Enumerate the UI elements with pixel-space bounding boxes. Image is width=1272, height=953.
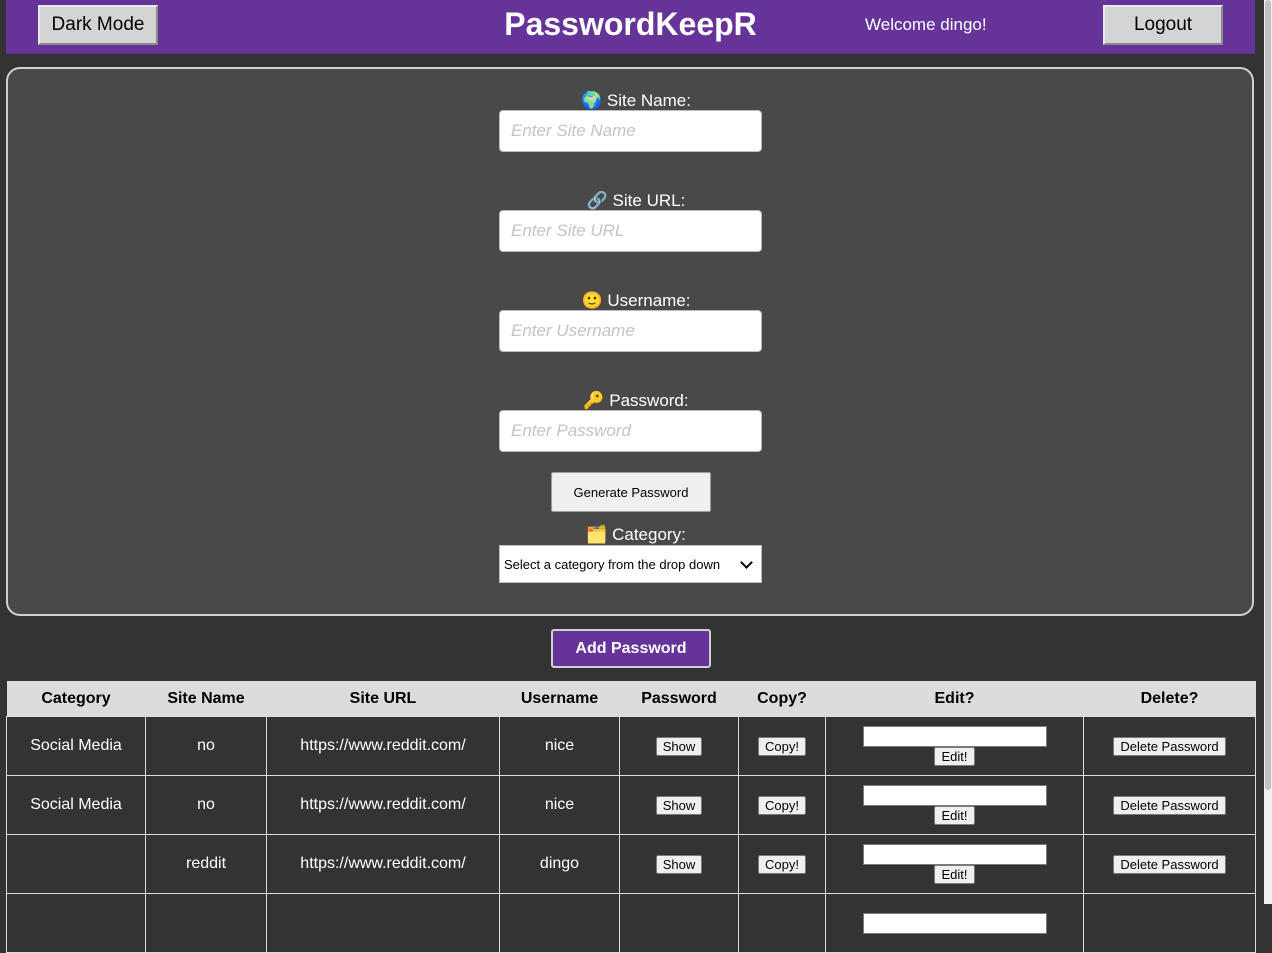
copy-button[interactable]: Copy! bbox=[758, 736, 806, 756]
password-cell: Show bbox=[619, 834, 739, 894]
category-cell: Social Media bbox=[6, 775, 146, 835]
logout-button[interactable]: Logout bbox=[1103, 5, 1223, 45]
table-header-row: Category Site Name Site URL Username Pas… bbox=[6, 681, 1256, 717]
category-selected-value: Select a category from the drop down bbox=[504, 556, 721, 572]
edit-button[interactable]: Edit! bbox=[934, 865, 975, 884]
copy-cell: Copy! bbox=[738, 834, 826, 894]
category-select[interactable]: Select a category from the drop down bbox=[499, 545, 762, 583]
column-header: Category bbox=[6, 681, 146, 717]
site-name-label: 🌍 Site Name: bbox=[581, 91, 691, 110]
site-name-cell: reddit bbox=[145, 834, 267, 894]
site-name-cell: no bbox=[145, 775, 267, 835]
generate-password-button[interactable]: Generate Password bbox=[551, 472, 711, 512]
table-row: Social Media no https://www.reddit.com/ … bbox=[6, 716, 1256, 776]
table-row: reddit https://www.reddit.com/ dingo Sho… bbox=[6, 834, 1256, 894]
site-url-input[interactable] bbox=[499, 210, 762, 252]
column-header: Edit? bbox=[825, 681, 1084, 717]
edit-cell: Edit! bbox=[825, 716, 1084, 776]
column-header: Username bbox=[499, 681, 620, 717]
site-url-cell: https://www.reddit.com/ bbox=[266, 775, 500, 835]
password-cell: Show bbox=[619, 716, 739, 776]
table-row: Social Media no https://www.reddit.com/ … bbox=[6, 775, 1256, 835]
app-title: PasswordKeepR bbox=[504, 6, 757, 42]
username-cell: nice bbox=[499, 716, 620, 776]
edit-cell bbox=[825, 893, 1084, 953]
delete-cell bbox=[1083, 893, 1256, 953]
table-row bbox=[6, 893, 1256, 953]
copy-cell: Copy! bbox=[738, 775, 826, 835]
category-cell: Social Media bbox=[6, 716, 146, 776]
site-name-cell bbox=[145, 893, 267, 953]
edit-password-input[interactable] bbox=[862, 844, 1047, 865]
username-cell bbox=[499, 893, 620, 953]
copy-button[interactable]: Copy! bbox=[758, 795, 806, 815]
scrollbar-thumb[interactable] bbox=[1265, 0, 1271, 790]
password-cell bbox=[619, 893, 739, 953]
site-url-cell: https://www.reddit.com/ bbox=[266, 834, 500, 894]
add-password-button[interactable]: Add Password bbox=[551, 629, 711, 668]
welcome-message: Welcome dingo! bbox=[865, 15, 987, 34]
edit-password-input[interactable] bbox=[862, 912, 1047, 934]
username-cell: dingo bbox=[499, 834, 620, 894]
site-url-cell bbox=[266, 893, 500, 953]
column-header: Password bbox=[619, 681, 739, 717]
copy-button[interactable]: Copy! bbox=[758, 854, 806, 874]
chevron-down-icon bbox=[740, 555, 753, 569]
edit-password-input[interactable] bbox=[862, 785, 1047, 806]
copy-cell bbox=[738, 893, 826, 953]
username-cell: nice bbox=[499, 775, 620, 835]
delete-password-button[interactable]: Delete Password bbox=[1113, 854, 1226, 874]
delete-password-button[interactable]: Delete Password bbox=[1113, 795, 1226, 815]
column-header: Delete? bbox=[1083, 681, 1256, 717]
delete-cell: Delete Password bbox=[1083, 775, 1256, 835]
show-password-button[interactable]: Show bbox=[655, 736, 703, 756]
show-password-button[interactable]: Show bbox=[655, 854, 703, 874]
site-url-label: 🔗 Site URL: bbox=[586, 191, 686, 210]
passwords-table: Category Site Name Site URL Username Pas… bbox=[6, 681, 1256, 953]
delete-cell: Delete Password bbox=[1083, 834, 1256, 894]
password-cell: Show bbox=[619, 775, 739, 835]
password-label: 🔑 Password: bbox=[583, 391, 689, 410]
edit-button[interactable]: Edit! bbox=[934, 806, 975, 825]
category-label: 🗂️ Category: bbox=[586, 525, 686, 544]
show-password-button[interactable]: Show bbox=[655, 795, 703, 815]
site-url-cell: https://www.reddit.com/ bbox=[266, 716, 500, 776]
username-input[interactable] bbox=[499, 310, 762, 352]
column-header: Copy? bbox=[738, 681, 826, 717]
site-name-input[interactable] bbox=[499, 110, 762, 152]
edit-cell: Edit! bbox=[825, 775, 1084, 835]
top-bar: Dark Mode PasswordKeepR Welcome dingo! L… bbox=[6, 0, 1255, 54]
edit-cell: Edit! bbox=[825, 834, 1084, 894]
site-name-cell: no bbox=[145, 716, 267, 776]
delete-password-button[interactable]: Delete Password bbox=[1113, 736, 1226, 756]
column-header: Site Name bbox=[145, 681, 267, 717]
column-header: Site URL bbox=[266, 681, 500, 717]
edit-button[interactable]: Edit! bbox=[934, 747, 975, 766]
copy-cell: Copy! bbox=[738, 716, 826, 776]
category-cell bbox=[6, 893, 146, 953]
category-cell bbox=[6, 834, 146, 894]
username-label: 🙂 Username: bbox=[581, 291, 691, 310]
password-input[interactable] bbox=[499, 410, 762, 452]
edit-password-input[interactable] bbox=[862, 726, 1047, 747]
delete-cell: Delete Password bbox=[1083, 716, 1256, 776]
